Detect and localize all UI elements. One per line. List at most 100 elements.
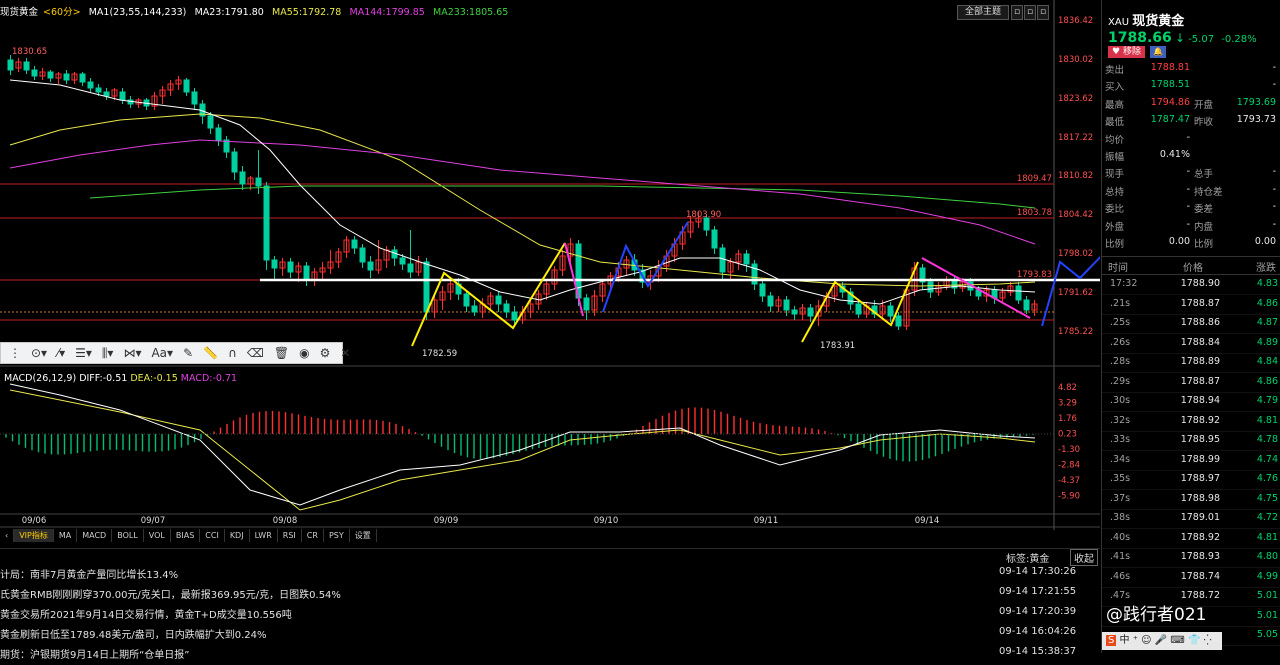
news-date: 09-14 17:30:26	[999, 566, 1077, 577]
tick-time: .41s	[1110, 551, 1131, 562]
field-value-2: -	[1272, 79, 1276, 91]
candle-down	[759, 283, 766, 297]
trash-icon[interactable]: 🗑	[270, 346, 293, 360]
line-tool-icon[interactable]: ⁄▾	[53, 346, 69, 360]
ma23-value: MA23:1791.80	[194, 7, 264, 18]
ruler-icon[interactable]: 📏	[199, 346, 222, 360]
indicator-tab[interactable]: BOLL	[112, 529, 144, 542]
remove-button[interactable]: ♥ 移除	[1108, 46, 1145, 58]
tick-price: 1788.90	[1180, 278, 1220, 289]
field-value-2: 0.00	[1254, 236, 1276, 247]
macd-dea: DEA:-0.15	[130, 373, 178, 384]
quote-field-row: 外盘 - 内盘 -	[1102, 219, 1280, 236]
price-level-label: 1793.83	[1017, 270, 1052, 280]
tabs-scroll-left-icon[interactable]: ‹	[0, 529, 15, 542]
drag-handle-icon[interactable]: ⋮	[5, 346, 25, 360]
candle-down	[79, 73, 86, 83]
tick-price: 1788.94	[1180, 395, 1220, 406]
indicator-tab[interactable]: LWR	[250, 529, 278, 542]
candle-down	[239, 171, 246, 185]
ime-toolbar[interactable]: S 中 ⁺ ☺ 🎤 ⌨ 👕 ⁛	[1102, 632, 1222, 650]
macd-value: MACD:-0.71	[180, 373, 238, 384]
pattern-tool-icon[interactable]: ⋈▾	[119, 346, 145, 360]
channel-tool-icon[interactable]: ⫼▾	[98, 346, 118, 361]
tick-price: 1788.84	[1180, 336, 1220, 348]
tick-time: .26s	[1110, 336, 1131, 348]
tick-row: .30s 1788.94 4.79	[1102, 392, 1280, 412]
news-item[interactable]: 期货：沪银期货9月14日上期所“仓单日报” 09-14 15:38:37	[0, 646, 1100, 665]
candle-down	[927, 281, 934, 293]
ma23-line	[9, 79, 1036, 305]
field-value-2: -	[1272, 183, 1276, 195]
candle-down	[463, 293, 470, 307]
magnet-icon[interactable]: ∩	[224, 346, 241, 360]
indicator-tab[interactable]: RSI	[278, 529, 302, 542]
indicator-tab[interactable]: CCI	[200, 529, 225, 542]
field-value: -	[1186, 131, 1190, 143]
window-max-icon[interactable]: ▫	[1024, 5, 1036, 20]
cursor-tool-icon[interactable]: ⊙▾	[27, 346, 51, 360]
theme-dropdown[interactable]: 全部主题	[957, 5, 1009, 20]
window-min-icon[interactable]: ▫	[1011, 5, 1023, 20]
label-low1: 1782.59	[422, 349, 457, 359]
tick-col-price: 价格	[1183, 263, 1203, 274]
price-change: -5.07	[1188, 34, 1215, 45]
news-item[interactable]: 黄金交易所2021年9月14日交易行情，黄金T+D成交量10.556吨 09-14…	[0, 606, 1100, 625]
chart-canvas[interactable]: 1836.42 1830.02 1823.62 1817.22 1810.82 1804.…	[0, 0, 1100, 530]
date-label: 09/11	[754, 516, 779, 526]
indicator-tab[interactable]: VOL	[144, 529, 171, 542]
indicator-tab[interactable]: VIP指标	[14, 529, 54, 542]
eraser-icon[interactable]: ⌫	[243, 346, 268, 360]
indicator-tab[interactable]: BIAS	[171, 529, 201, 542]
field-value: 0.41%	[1159, 149, 1190, 160]
eye-icon[interactable]: ◉	[295, 346, 313, 360]
news-text: 黄金交易所2021年9月14日交易行情，黄金T+D成交量10.556吨	[0, 610, 292, 621]
field-value-2: -	[1272, 62, 1276, 73]
indicator-tab[interactable]: CR	[302, 529, 324, 542]
candle-down	[303, 265, 310, 281]
date-label: 09/06	[22, 516, 47, 526]
settings-gear-icon[interactable]: ⚙	[316, 346, 335, 360]
tick-change: 4.84	[1256, 356, 1278, 367]
close-icon[interactable]: ✕	[336, 346, 354, 360]
quote-field-row: 总持 - 持仓差 -	[1102, 184, 1280, 201]
window-close-icon[interactable]: ▫	[1037, 5, 1049, 20]
indicator-tab[interactable]: 设置	[350, 529, 377, 542]
tick-time: .32s	[1110, 414, 1131, 426]
ma233-line	[89, 185, 1036, 209]
macd-axis-tick: 0.23	[1058, 430, 1077, 440]
tick-change: 4.81	[1256, 531, 1278, 543]
field-label: 均价	[1105, 134, 1125, 146]
text-tool-icon[interactable]: Aa▾	[147, 346, 177, 360]
news-item[interactable]: 计局：南非7月黄金产量同比增长13.4% 09-14 17:30:26	[0, 566, 1100, 585]
candle-down	[895, 315, 902, 327]
news-item[interactable]: 黄金刷新日低至1789.48美元/盎司，日内跌幅扩大到0.24% 09-14 16…	[0, 626, 1100, 645]
indicator-header: 现货黄金 <60分> MA1(23,55,144,233) MA23:1791.8…	[0, 4, 1000, 22]
tick-price: 1788.99	[1180, 453, 1220, 465]
price-level-label: 1803.78	[1017, 208, 1052, 218]
news-tag[interactable]: 标签:黄金	[1006, 550, 1049, 565]
news-text: 期货：沪银期货9月14日上期所“仓单日报”	[0, 650, 190, 661]
tick-change: 4.86	[1256, 297, 1278, 309]
price-axis-tick: 1785.22	[1058, 327, 1093, 337]
fib-tool-icon[interactable]: ☰▾	[71, 346, 96, 360]
alert-bell-icon[interactable]: 🔔	[1150, 46, 1166, 58]
field-value-2: -	[1272, 218, 1276, 230]
quote-panel: XAU 现货黄金 1788.66 ↓ -5.07 -0.28% ♥ 移除 🔔 卖…	[1101, 0, 1280, 653]
tick-row: .40s 1788.92 4.81	[1102, 529, 1280, 549]
candle-down	[23, 61, 30, 71]
indicator-tab[interactable]: MA	[54, 529, 78, 542]
period-label[interactable]: <60分>	[43, 7, 81, 18]
indicator-tab[interactable]: PSY	[324, 529, 350, 542]
news-panel: 标签:黄金 收起 计局：南非7月黄金产量同比增长13.4% 09-14 17:30…	[0, 548, 1100, 661]
news-item[interactable]: 氏黄金RMB刚刚刷穿370.00元/克关口，最新报369.95元/克，日图跌0.…	[0, 586, 1100, 605]
brush-icon[interactable]: ✎	[179, 346, 197, 360]
indicator-tab[interactable]: MACD	[77, 529, 113, 542]
macd-axis-tick: -2.84	[1058, 461, 1080, 471]
indicator-tab[interactable]: KDJ	[225, 529, 250, 542]
candle-down	[207, 115, 214, 129]
candle-down	[511, 311, 518, 321]
quote-code: XAU	[1108, 17, 1130, 28]
collapse-button[interactable]: 收起	[1070, 549, 1098, 566]
tick-row: .46s 1788.74 4.99	[1102, 568, 1280, 588]
